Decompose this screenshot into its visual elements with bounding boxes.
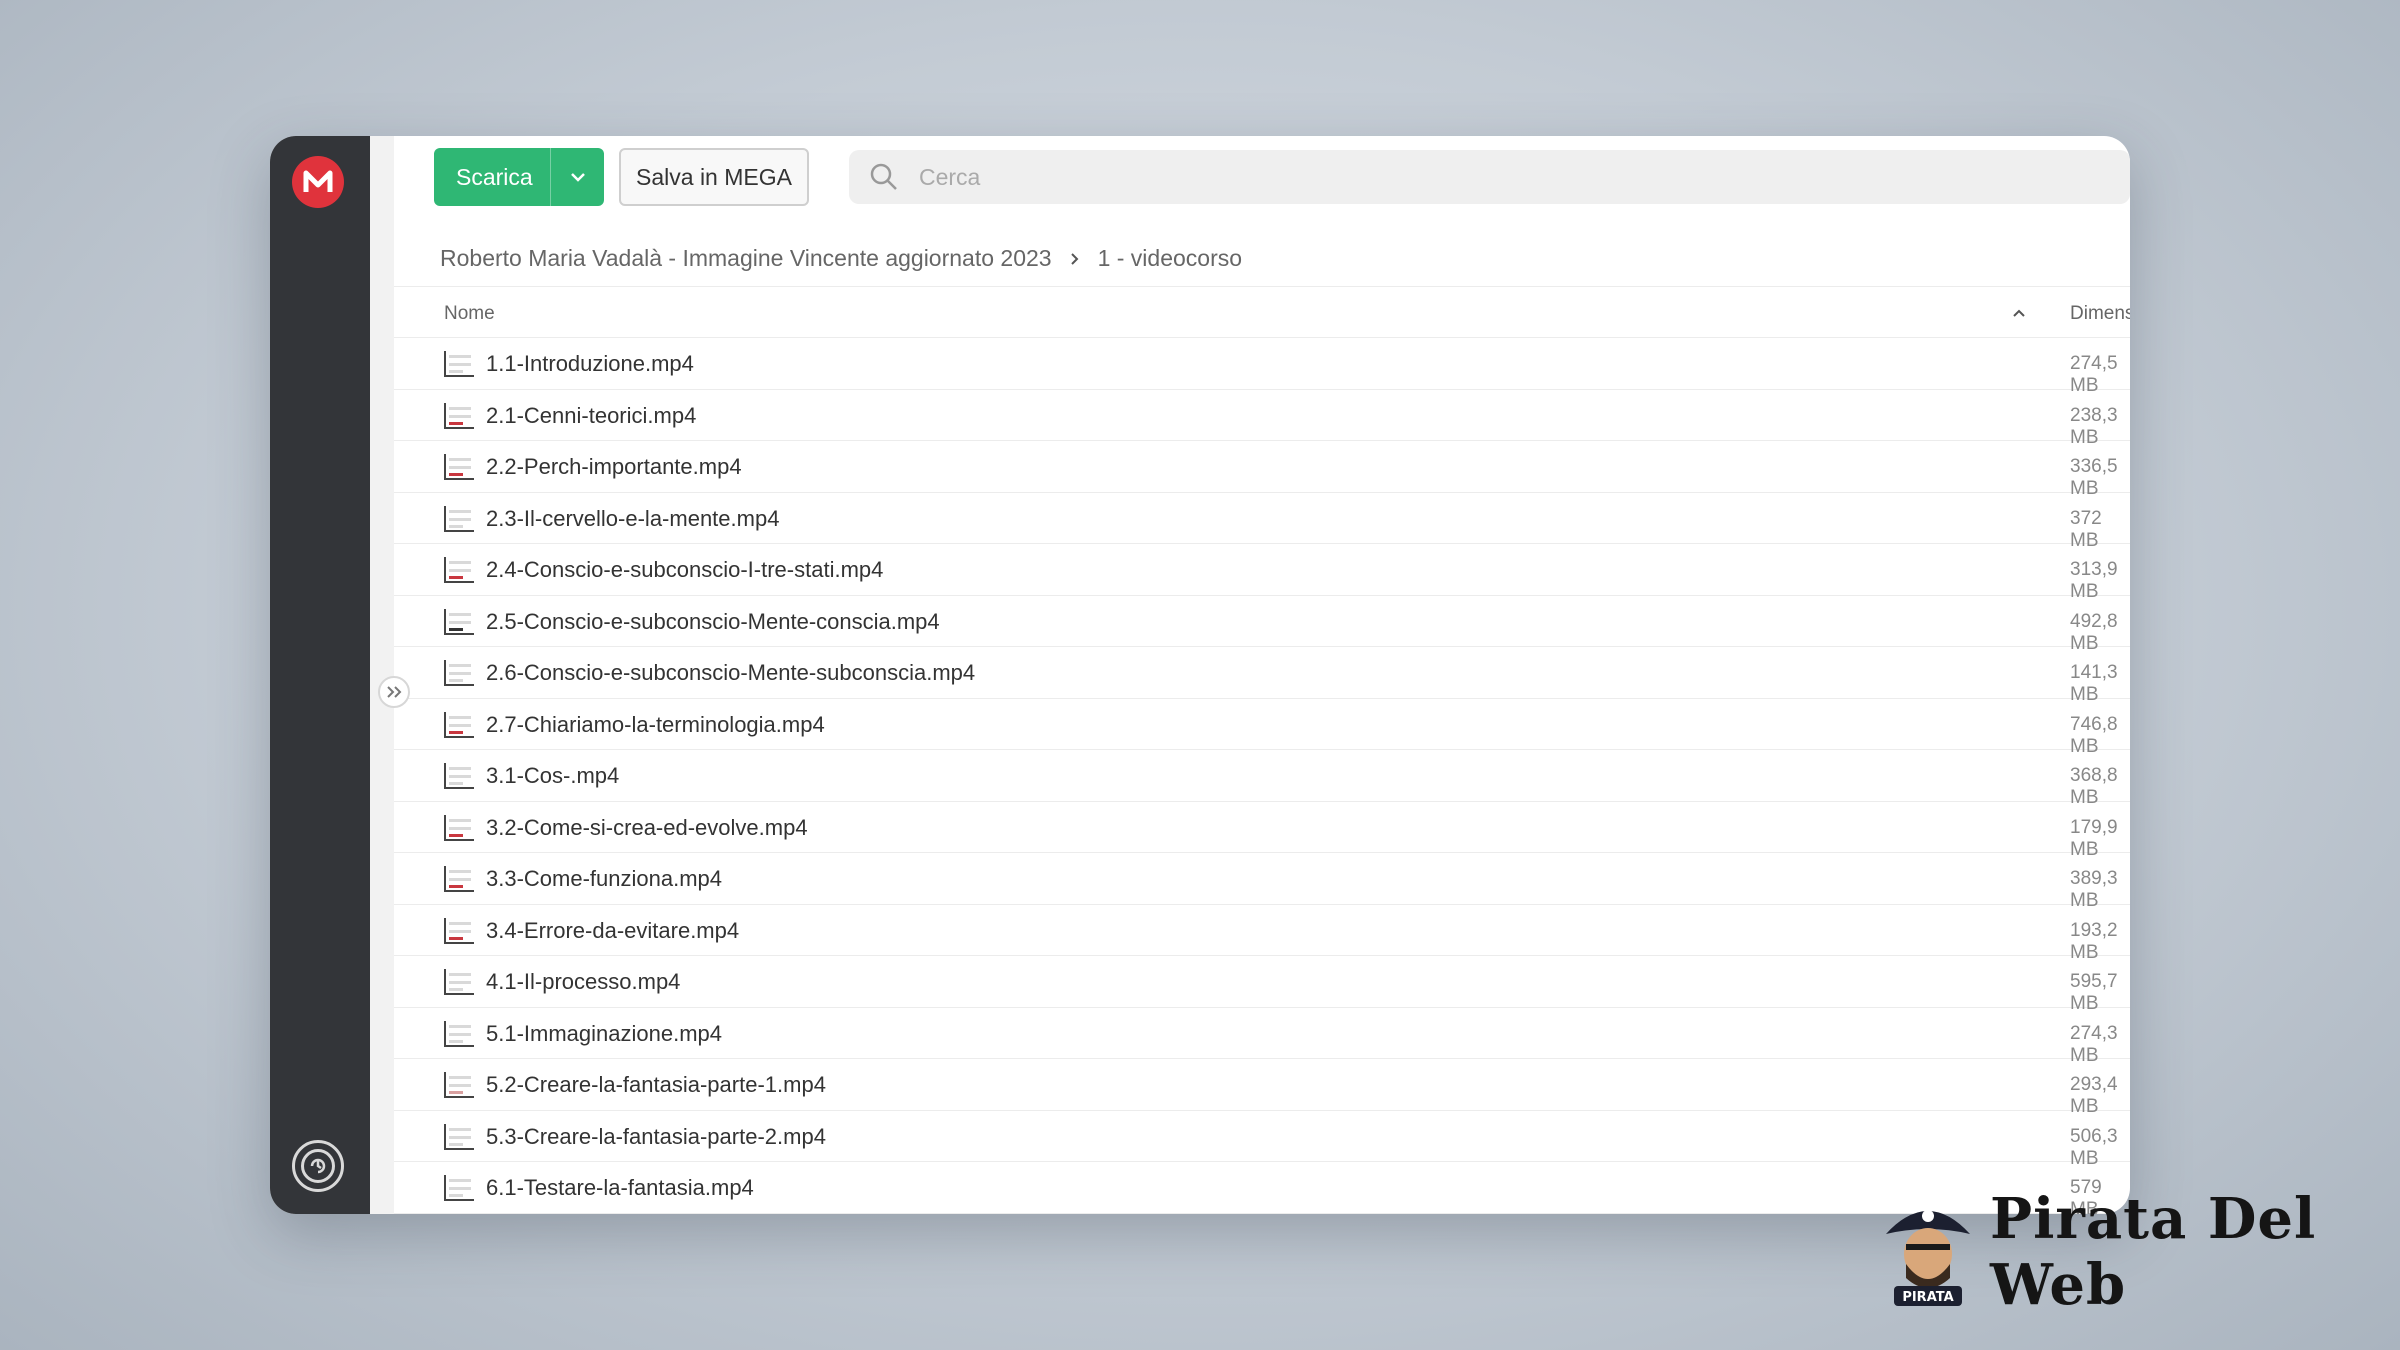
table-row[interactable]: 3.1-Cos-.mp4368,8 MBVideo MPEG-4 [394,750,2130,808]
sidebar-gutter [370,136,394,1214]
file-name: 5.1-Immaginazione.mp4 [486,1020,723,1046]
file-name: 2.5-Conscio-e-subconscio-Mente-conscia.m… [486,608,940,634]
app-window: Scarica Salva in MEGA Roberto Maria Vada… [270,136,2130,1214]
save-to-mega-button[interactable]: Salva in MEGA [619,148,809,206]
file-name: 3.2-Come-si-crea-ed-evolve.mp4 [486,814,808,840]
main-panel: Scarica Salva in MEGA Roberto Maria Vada… [394,136,2130,1214]
video-thumbnail-icon [444,1020,474,1047]
video-thumbnail-icon [444,402,474,429]
table-row[interactable]: 2.6-Conscio-e-subconscio-Mente-subconsci… [394,647,2130,705]
file-name: 3.3-Come-funziona.mp4 [486,866,723,891]
table-row[interactable]: 2.2-Perch-importante.mp4336,5 MBVideo MP… [394,441,2130,499]
video-thumbnail-icon [444,454,474,480]
file-name: 5.3-Creare-la-fantasia-parte-2.mp4 [486,1123,826,1149]
mega-logo-icon[interactable] [292,156,344,208]
video-thumbnail-icon [444,763,474,789]
video-thumbnail-icon [444,917,474,944]
video-thumbnail-icon [444,1072,474,1098]
table-row[interactable]: 3.4-Errore-da-evitare.mp4193,2 MBVideo M… [394,905,2130,963]
download-label: Scarica [456,163,533,190]
brand-name: Pirata Del Web [1990,1186,2317,1318]
table-row[interactable]: 5.3-Creare-la-fantasia-parte-2.mp4 506,3 … [394,1111,2130,1169]
column-header-name[interactable]: Nome [444,303,495,325]
pirate-logo: PIRATA [1880,1194,1976,1310]
file-name: 2.3-Il-cervello-e-la-mente.mp4 [486,505,780,531]
search-icon [849,162,919,192]
file-name: 2.4-Conscio-e-subconscio-I-tre-stati.mp4 [486,557,884,582]
table-row[interactable]: 4.1-Il-processo.mp4595,7 MBVideo MPEG-4 [394,956,2130,1014]
table-row[interactable]: 5.1-Immaginazione.mp4274,3 MBVideo MPEG-… [394,1008,2130,1066]
table-row[interactable]: 2.1-Cenni-teorici.mp4238,3 MBVideo MPEG-… [394,390,2130,448]
file-name: 4.1-Il-processo.mp4 [486,969,681,994]
file-name: 2.6-Conscio-e-subconscio-Mente-subconsci… [486,660,976,685]
toolbar: Scarica Salva in MEGA [434,148,2130,206]
file-name: 5.2-Creare-la-fantasia-parte-1.mp4 [486,1072,826,1097]
table-row[interactable]: 2.4-Conscio-e-subconscio-I-tre-stati.mp4… [394,544,2130,602]
video-thumbnail-icon [444,557,474,583]
file-name: 2.7-Chiariamo-la-terminologia.mp4 [486,711,825,737]
double-chevron-right-icon[interactable] [378,676,410,708]
file-table: Nome Dimensione Tipo 1.1-Introduzione.mp… [394,286,2130,1214]
table-row[interactable]: 5.2-Creare-la-fantasia-parte-1.mp4 293,4 … [394,1059,2130,1117]
video-thumbnail-icon [444,608,474,635]
download-button[interactable]: Scarica [434,148,604,206]
table-row[interactable]: 1.1-Introduzione.mp4274,5 MBVideo MPEG-4 [394,338,2130,396]
table-body: 1.1-Introduzione.mp4274,5 MBVideo MPEG-4… [394,338,2130,1214]
video-thumbnail-icon [444,505,474,532]
video-thumbnail-icon [444,814,474,841]
file-name: 1.1-Introduzione.mp4 [486,351,694,376]
chevron-down-icon[interactable] [550,148,604,206]
table-row[interactable]: 3.2-Come-si-crea-ed-evolve.mp4179,9 MBVi… [394,802,2130,860]
breadcrumb-current[interactable]: 1 - videocorso [1098,245,1242,272]
file-name: 6.1-Testare-la-fantasia.mp4 [486,1175,754,1200]
table-row[interactable]: 6.1-Testare-la-fantasia.mp4579 MBVideo M… [394,1162,2130,1214]
video-thumbnail-icon [444,969,474,995]
video-thumbnail-icon [444,711,474,738]
file-name: 2.1-Cenni-teorici.mp4 [486,402,697,428]
video-thumbnail-icon [444,866,474,892]
chevron-up-icon[interactable] [2012,302,2026,324]
video-thumbnail-icon [444,1175,474,1201]
file-name: 2.2-Perch-importante.mp4 [486,454,742,479]
pirata-badge-text: PIRATA [1902,1290,1953,1305]
video-thumbnail-icon [444,351,474,377]
table-row[interactable]: 3.3-Come-funziona.mp4389,3 MBVideo MPEG-… [394,853,2130,911]
brand-watermark: PIRATA Pirata Del Web [1880,1186,2400,1318]
video-thumbnail-icon [444,660,474,686]
table-header: Nome Dimensione Tipo [394,286,2130,338]
table-row[interactable]: 2.7-Chiariamo-la-terminologia.mp4 746,8 M… [394,699,2130,757]
left-sidebar [270,136,370,1214]
chevron-right-icon [1070,245,1080,272]
breadcrumb-root[interactable]: Roberto Maria Vadalà - Immagine Vincente… [440,245,1052,272]
file-name: 3.4-Errore-da-evitare.mp4 [486,917,740,943]
breadcrumb: Roberto Maria Vadalà - Immagine Vincente… [440,230,1242,286]
search-input[interactable] [919,163,1519,191]
sync-icon[interactable] [292,1140,344,1192]
table-row[interactable]: 2.3-Il-cervello-e-la-mente.mp4372 MBVide… [394,493,2130,551]
file-name: 3.1-Cos-.mp4 [486,763,620,788]
table-row[interactable]: 2.5-Conscio-e-subconscio-Mente-conscia.m… [394,596,2130,654]
column-header-size[interactable]: Dimensione [2070,303,2130,325]
video-thumbnail-icon [444,1123,474,1150]
search-bar[interactable] [849,150,2130,204]
